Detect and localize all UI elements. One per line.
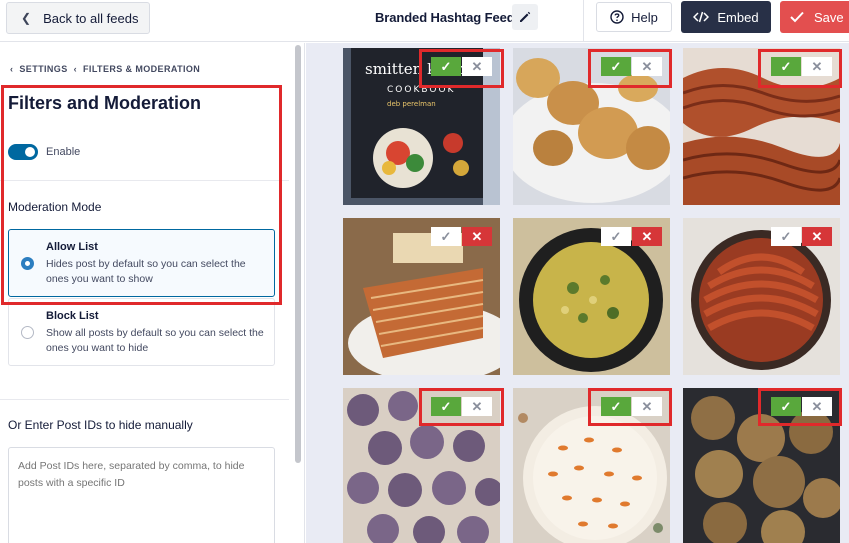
chevron-left-icon: ‹ (10, 64, 14, 74)
reject-button[interactable]: ✕ (802, 57, 832, 76)
divider (0, 180, 289, 181)
moderation-controls: ✓ ✕ (601, 227, 662, 246)
post-purple-cookies[interactable]: ✓ ✕ (343, 388, 500, 543)
moderation-controls: ✓ ✕ (431, 397, 492, 416)
embed-button-label: Embed (717, 9, 759, 25)
approve-button[interactable]: ✓ (601, 397, 631, 416)
enable-label: Enable (46, 146, 81, 158)
reject-button[interactable]: ✕ (802, 227, 832, 246)
sidebar-scrollbar[interactable] (295, 45, 301, 463)
breadcrumb-current: FILTERS & MODERATION (83, 64, 201, 74)
feed-title: Branded Hashtag Feed (375, 10, 515, 25)
check-icon (790, 11, 804, 23)
embed-button[interactable]: Embed (681, 1, 771, 33)
approve-button[interactable]: ✓ (771, 397, 801, 416)
approve-button[interactable]: ✓ (431, 227, 461, 246)
approve-button[interactable]: ✓ (771, 227, 801, 246)
chevron-left-icon: ❮ (21, 11, 32, 25)
breadcrumb: ‹ SETTINGS ‹ FILTERS & MODERATION (10, 64, 200, 74)
moderation-controls: ✓ ✕ (771, 397, 832, 416)
option-title: Block List (46, 310, 99, 322)
post-ids-label: Or Enter Post IDs to hide manually (8, 418, 193, 432)
block-list-option[interactable]: Block List Show all posts by default so … (8, 298, 275, 366)
post-bread[interactable]: ✓ ✕ (683, 48, 840, 205)
post-ids-input[interactable] (8, 447, 275, 543)
post-cookbook[interactable]: smitten kitchen COOKBOOK deb perelman ✓ … (343, 48, 500, 205)
help-button-label: Help (631, 9, 658, 25)
moderation-controls: ✓ ✕ (771, 227, 832, 246)
reject-button[interactable]: ✕ (802, 397, 832, 416)
moderation-mode-label: Moderation Mode (8, 200, 102, 214)
post-biscuits[interactable]: ✓ ✕ (513, 48, 670, 205)
moderation-controls: ✓ ✕ (431, 227, 492, 246)
option-title: Allow List (46, 241, 98, 253)
option-description: Hides post by default so you can select … (46, 258, 246, 285)
reject-button[interactable]: ✕ (632, 57, 662, 76)
help-button[interactable]: Help (596, 2, 672, 32)
post-carrot-cake[interactable]: ✓ ✕ (513, 388, 670, 543)
moderation-controls: ✓ ✕ (601, 397, 662, 416)
moderation-controls: ✓ ✕ (601, 57, 662, 76)
moderation-controls: ✓ ✕ (431, 57, 492, 76)
chevron-left-icon: ‹ (73, 64, 78, 74)
approve-button[interactable]: ✓ (771, 57, 801, 76)
post-oat-cookies[interactable]: ✓ ✕ (683, 388, 840, 543)
divider (0, 399, 289, 400)
pencil-icon (520, 11, 531, 22)
cover-subtitle: COOKBOOK (387, 85, 455, 95)
toolbar-divider (583, 0, 584, 42)
approve-button[interactable]: ✓ (431, 57, 461, 76)
post-tart[interactable]: ✓ ✕ (683, 218, 840, 375)
enable-toggle[interactable] (8, 144, 38, 160)
feed-preview: smitten kitchen COOKBOOK deb perelman ✓ … (306, 43, 849, 543)
top-bar: ❮ Back to all feeds Branded Hashtag Feed… (0, 0, 849, 42)
approve-button[interactable]: ✓ (601, 57, 631, 76)
reject-button[interactable]: ✕ (462, 57, 492, 76)
block-list-radio[interactable] (21, 326, 34, 339)
code-icon (693, 11, 710, 23)
reject-button[interactable]: ✕ (462, 227, 492, 246)
allow-list-radio[interactable] (21, 257, 34, 270)
option-description: Show all posts by default so you can sel… (46, 327, 264, 354)
reject-button[interactable]: ✕ (462, 397, 492, 416)
post-frittata[interactable]: ✓ ✕ (513, 218, 670, 375)
allow-list-option[interactable]: Allow List Hides post by default so you … (8, 229, 275, 297)
approve-button[interactable]: ✓ (601, 227, 631, 246)
moderation-controls: ✓ ✕ (771, 57, 832, 76)
cover-author: deb perelman (387, 100, 436, 108)
back-to-feeds-button[interactable]: ❮ Back to all feeds (6, 2, 150, 34)
save-button-label: Save (814, 9, 844, 25)
settings-sidebar: ‹ SETTINGS ‹ FILTERS & MODERATION Filter… (0, 43, 305, 543)
breadcrumb-settings[interactable]: SETTINGS (19, 64, 67, 74)
reject-button[interactable]: ✕ (632, 227, 662, 246)
save-button[interactable]: Save (780, 1, 849, 33)
section-title: Filters and Moderation (8, 93, 202, 113)
approve-button[interactable]: ✓ (431, 397, 461, 416)
edit-title-button[interactable] (512, 4, 538, 30)
reject-button[interactable]: ✕ (632, 397, 662, 416)
question-circle-icon (610, 10, 624, 24)
back-button-label: Back to all feeds (43, 10, 139, 26)
post-layer-cake[interactable]: ✓ ✕ (343, 218, 500, 375)
